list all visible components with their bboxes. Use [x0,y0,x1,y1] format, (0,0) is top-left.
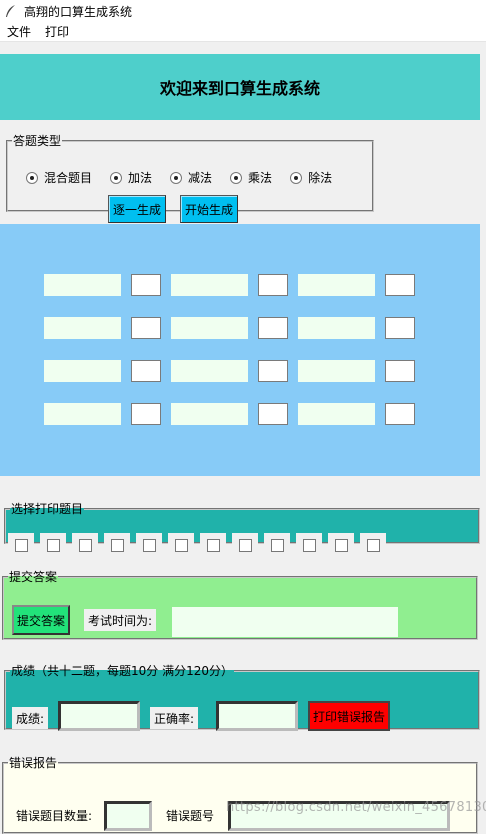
answer-input[interactable] [385,360,415,382]
answer-input[interactable] [258,403,288,425]
error-report-legend: 错误报告 [9,756,58,770]
answer-input[interactable] [131,403,161,425]
answer-input[interactable] [131,360,161,382]
checkbox-square [270,538,284,552]
radio-indicator [26,171,38,184]
print-question-checkbox[interactable] [264,533,290,557]
error-count-label: 错误题目数量: [16,809,93,823]
checkbox-square [366,538,380,552]
radio-divide[interactable]: 除法 [290,169,332,186]
question-box [171,403,248,425]
print-question-checkbox[interactable] [232,533,258,557]
question-panel [0,224,480,476]
answer-input[interactable] [258,274,288,296]
question-box [298,360,375,382]
watermark: https://blog.csdn.net/weixin_45678130 [226,800,486,815]
answer-input[interactable] [131,274,161,296]
radio-indicator [170,171,183,184]
question-box [44,274,121,296]
question-box [298,317,375,339]
radio-subtract[interactable]: 减法 [170,169,212,186]
print-question-checkbox[interactable] [136,533,162,557]
question-box [298,403,375,425]
question-box [171,360,248,382]
welcome-banner: 欢迎来到口算生成系统 [0,54,480,120]
checkbox-square [110,538,124,552]
print-question-checkbox[interactable] [72,533,98,557]
question-box [44,403,121,425]
checkbox-square [174,538,188,552]
print-question-checkbox[interactable] [40,533,66,557]
radio-indicator [110,171,123,184]
checkbox-square [142,538,156,552]
submit-legend: 提交答案 [9,570,58,584]
checkbox-square [206,538,220,552]
title-bar: 高翔的口算生成系统 [0,0,486,22]
question-type-legend: 答题类型 [13,134,62,148]
print-question-checkbox[interactable] [200,533,226,557]
radio-indicator [230,171,243,184]
accuracy-label: 正确率: [150,707,199,729]
exam-time-field [172,607,398,637]
score-legend: 成绩（共十二题，每题10分 满分120分） [11,664,233,678]
question-box [298,274,375,296]
menu-file[interactable]: 文件 [0,23,38,40]
checkbox-square [302,538,316,552]
answer-input[interactable] [385,274,415,296]
menu-bar: 文件 打印 [0,22,486,42]
answer-input[interactable] [385,403,415,425]
checkbox-square [238,538,252,552]
print-question-checkbox[interactable] [296,533,322,557]
print-error-report-button[interactable]: 打印错误报告 [308,701,390,731]
print-question-checkbox[interactable] [8,533,34,557]
question-box [44,317,121,339]
answer-input[interactable] [131,317,161,339]
submit-answer-button[interactable]: 提交答案 [12,605,70,635]
exam-time-label: 考试时间为: [84,609,157,631]
print-question-checkbox[interactable] [328,533,354,557]
accuracy-field[interactable] [216,701,298,731]
error-report-group: 错误报告 错误题目数量: 错误题号 [2,754,478,834]
question-box [171,274,248,296]
print-select-group: 选择打印题目 [4,500,480,557]
print-question-checkbox[interactable] [360,533,386,557]
print-question-checkbox[interactable] [104,533,130,557]
score-field[interactable] [58,701,140,731]
print-question-checkbox[interactable] [168,533,194,557]
answer-input[interactable] [385,317,415,339]
error-ids-label: 错误题号 [166,809,215,823]
checkbox-square [78,538,92,552]
score-group: 成绩（共十二题，每题10分 满分120分） 成绩: 正确率: 打印错误报告 [4,662,480,731]
window-title: 高翔的口算生成系统 [24,4,133,19]
answer-input[interactable] [258,360,288,382]
radio-indicator [290,171,303,184]
checkbox-square [14,538,28,552]
submit-group: 提交答案 提交答案 考试时间为: [2,568,478,640]
question-box [171,317,248,339]
radio-mixed[interactable]: 混合题目 [26,169,92,186]
radio-multiply[interactable]: 乘法 [230,169,272,186]
print-select-legend: 选择打印题目 [11,502,84,516]
banner-title: 欢迎来到口算生成系统 [159,79,320,98]
checkbox-square [46,538,60,552]
checkbox-square [334,538,348,552]
radio-add[interactable]: 加法 [110,169,152,186]
answer-input[interactable] [258,317,288,339]
start-generate-button[interactable]: 开始生成 [180,195,238,223]
question-type-group: 答题类型 混合题目 加法 减法 乘法 除法 逐一生成 开始生成 [6,132,374,223]
question-box [44,360,121,382]
score-label: 成绩: [12,707,49,729]
menu-print[interactable]: 打印 [38,23,76,40]
feather-icon [6,5,15,17]
step-generate-button[interactable]: 逐一生成 [108,195,166,223]
